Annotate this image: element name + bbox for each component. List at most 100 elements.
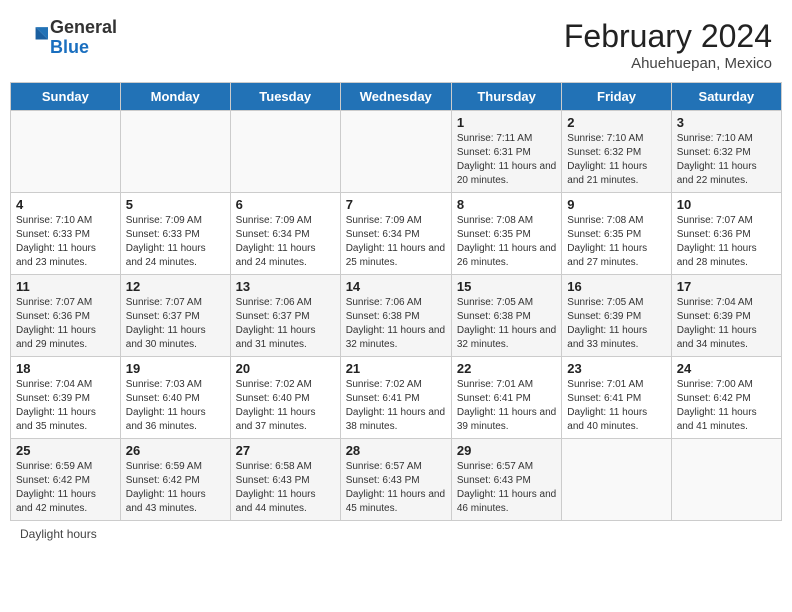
day-number: 14 [346,279,446,294]
day-info: Sunrise: 7:08 AM Sunset: 6:35 PM Dayligh… [457,214,556,270]
day-number: 20 [236,361,335,376]
calendar-cell [11,111,121,193]
calendar-week-4: 18 Sunrise: 7:04 AM Sunset: 6:39 PM Dayli… [11,357,782,439]
calendar-cell: 9 Sunrise: 7:08 AM Sunset: 6:35 PM Daylig… [562,193,671,275]
col-header-wednesday: Wednesday [340,83,451,111]
calendar-cell: 1 Sunrise: 7:11 AM Sunset: 6:31 PM Daylig… [451,111,561,193]
day-info: Sunrise: 6:57 AM Sunset: 6:43 PM Dayligh… [457,460,556,516]
day-number: 23 [567,361,665,376]
calendar-cell: 2Sunrise: 7:10 AM Sunset: 6:32 PM Daylig… [562,111,671,193]
day-number: 15 [457,279,556,294]
day-number: 29 [457,443,556,458]
day-info: Sunrise: 7:03 AM Sunset: 6:40 PM Dayligh… [126,378,225,434]
day-info: Sunrise: 7:02 AM Sunset: 6:40 PM Dayligh… [236,378,335,434]
calendar-cell: 5Sunrise: 7:09 AM Sunset: 6:33 PM Daylig… [120,193,230,275]
day-number: 7 [346,197,446,212]
calendar-cell: 12Sunrise: 7:07 AM Sunset: 6:37 PM Dayli… [120,275,230,357]
logo: General Blue [20,18,117,58]
day-info: Sunrise: 7:02 AM Sunset: 6:41 PM Dayligh… [346,378,446,434]
day-info: Sunrise: 7:01 AM Sunset: 6:41 PM Dayligh… [457,378,556,434]
calendar-cell: 21 Sunrise: 7:02 AM Sunset: 6:41 PM Dayli… [340,357,451,439]
calendar-header-row: SundayMondayTuesdayWednesdayThursdayFrid… [11,83,782,111]
day-number: 25 [16,443,115,458]
day-info: Sunrise: 7:04 AM Sunset: 6:39 PM Dayligh… [677,296,776,352]
calendar-cell: 13 Sunrise: 7:06 AM Sunset: 6:37 PM Dayli… [230,275,340,357]
day-info: Sunrise: 7:07 AM Sunset: 6:36 PM Dayligh… [16,296,115,352]
day-number: 8 [457,197,556,212]
day-info: Sunrise: 7:04 AM Sunset: 6:39 PM Dayligh… [16,378,115,434]
day-info: Sunrise: 7:08 AM Sunset: 6:35 PM Dayligh… [567,214,665,270]
day-number: 1 [457,115,556,130]
col-header-saturday: Saturday [671,83,781,111]
day-info: Sunrise: 7:10 AM Sunset: 6:33 PM Dayligh… [16,214,115,270]
calendar-cell: 27 Sunrise: 6:58 AM Sunset: 6:43 PM Dayli… [230,439,340,521]
day-number: 21 [346,361,446,376]
day-info: Sunrise: 7:09 AM Sunset: 6:34 PM Dayligh… [346,214,446,270]
day-number: 13 [236,279,335,294]
day-info: Sunrise: 6:57 AM Sunset: 6:43 PM Dayligh… [346,460,446,516]
calendar-cell [671,439,781,521]
logo-blue: Blue [50,38,117,58]
calendar-cell: 18 Sunrise: 7:04 AM Sunset: 6:39 PM Dayli… [11,357,121,439]
calendar-cell: 4 Sunrise: 7:10 AM Sunset: 6:33 PM Daylig… [11,193,121,275]
day-info: Sunrise: 6:59 AM Sunset: 6:42 PM Dayligh… [16,460,115,516]
daylight-hours-label: Daylight hours [20,527,97,541]
calendar-cell: 10 Sunrise: 7:07 AM Sunset: 6:36 PM Dayli… [671,193,781,275]
calendar-cell [562,439,671,521]
calendar-cell: 20 Sunrise: 7:02 AM Sunset: 6:40 PM Dayli… [230,357,340,439]
calendar-cell [230,111,340,193]
day-info: Sunrise: 7:06 AM Sunset: 6:38 PM Dayligh… [346,296,446,352]
col-header-thursday: Thursday [451,83,561,111]
day-number: 18 [16,361,115,376]
day-info: Sunrise: 7:11 AM Sunset: 6:31 PM Dayligh… [457,132,556,188]
day-number: 12 [126,279,225,294]
day-number: 28 [346,443,446,458]
day-number: 6 [236,197,335,212]
header: General Blue February 2024 Ahuehuepan, M… [10,10,782,76]
day-number: 4 [16,197,115,212]
day-number: 17 [677,279,776,294]
day-number: 16 [567,279,665,294]
day-number: 27 [236,443,335,458]
day-info: Sunrise: 7:09 AM Sunset: 6:34 PM Dayligh… [236,214,335,270]
day-info: Sunrise: 7:00 AM Sunset: 6:42 PM Dayligh… [677,378,776,434]
calendar-cell: 7 Sunrise: 7:09 AM Sunset: 6:34 PM Daylig… [340,193,451,275]
location: Ahuehuepan, Mexico [564,55,772,72]
calendar-cell: 6 Sunrise: 7:09 AM Sunset: 6:34 PM Daylig… [230,193,340,275]
calendar-cell: 23 Sunrise: 7:01 AM Sunset: 6:41 PM Dayli… [562,357,671,439]
calendar-week-5: 25 Sunrise: 6:59 AM Sunset: 6:42 PM Dayli… [11,439,782,521]
day-info: Sunrise: 7:07 AM Sunset: 6:36 PM Dayligh… [677,214,776,270]
day-info: Sunrise: 7:10 AM Sunset: 6:32 PM Dayligh… [677,132,776,188]
calendar-cell [120,111,230,193]
calendar-cell: 29 Sunrise: 6:57 AM Sunset: 6:43 PM Dayli… [451,439,561,521]
calendar-cell: 8 Sunrise: 7:08 AM Sunset: 6:35 PM Daylig… [451,193,561,275]
calendar-week-2: 4 Sunrise: 7:10 AM Sunset: 6:33 PM Daylig… [11,193,782,275]
day-number: 22 [457,361,556,376]
calendar-cell: 16 Sunrise: 7:05 AM Sunset: 6:39 PM Dayli… [562,275,671,357]
col-header-sunday: Sunday [11,83,121,111]
col-header-friday: Friday [562,83,671,111]
day-info: Sunrise: 7:06 AM Sunset: 6:37 PM Dayligh… [236,296,335,352]
day-info: Sunrise: 6:59 AM Sunset: 6:42 PM Dayligh… [126,460,225,516]
calendar-week-3: 11Sunrise: 7:07 AM Sunset: 6:36 PM Dayli… [11,275,782,357]
col-header-tuesday: Tuesday [230,83,340,111]
day-info: Sunrise: 6:58 AM Sunset: 6:43 PM Dayligh… [236,460,335,516]
month-year: February 2024 [564,18,772,55]
calendar-cell: 22 Sunrise: 7:01 AM Sunset: 6:41 PM Dayli… [451,357,561,439]
col-header-monday: Monday [120,83,230,111]
day-number: 10 [677,197,776,212]
calendar-cell: 19Sunrise: 7:03 AM Sunset: 6:40 PM Dayli… [120,357,230,439]
day-number: 2 [567,115,665,130]
calendar-cell: 3Sunrise: 7:10 AM Sunset: 6:32 PM Daylig… [671,111,781,193]
day-info: Sunrise: 7:05 AM Sunset: 6:39 PM Dayligh… [567,296,665,352]
day-number: 24 [677,361,776,376]
legend: Daylight hours [10,521,782,547]
day-info: Sunrise: 7:01 AM Sunset: 6:41 PM Dayligh… [567,378,665,434]
day-number: 9 [567,197,665,212]
day-info: Sunrise: 7:05 AM Sunset: 6:38 PM Dayligh… [457,296,556,352]
calendar-cell: 28 Sunrise: 6:57 AM Sunset: 6:43 PM Dayli… [340,439,451,521]
title-block: February 2024 Ahuehuepan, Mexico [564,18,772,72]
calendar-cell: 26Sunrise: 6:59 AM Sunset: 6:42 PM Dayli… [120,439,230,521]
calendar-cell: 11Sunrise: 7:07 AM Sunset: 6:36 PM Dayli… [11,275,121,357]
logo-general: General [50,18,117,38]
